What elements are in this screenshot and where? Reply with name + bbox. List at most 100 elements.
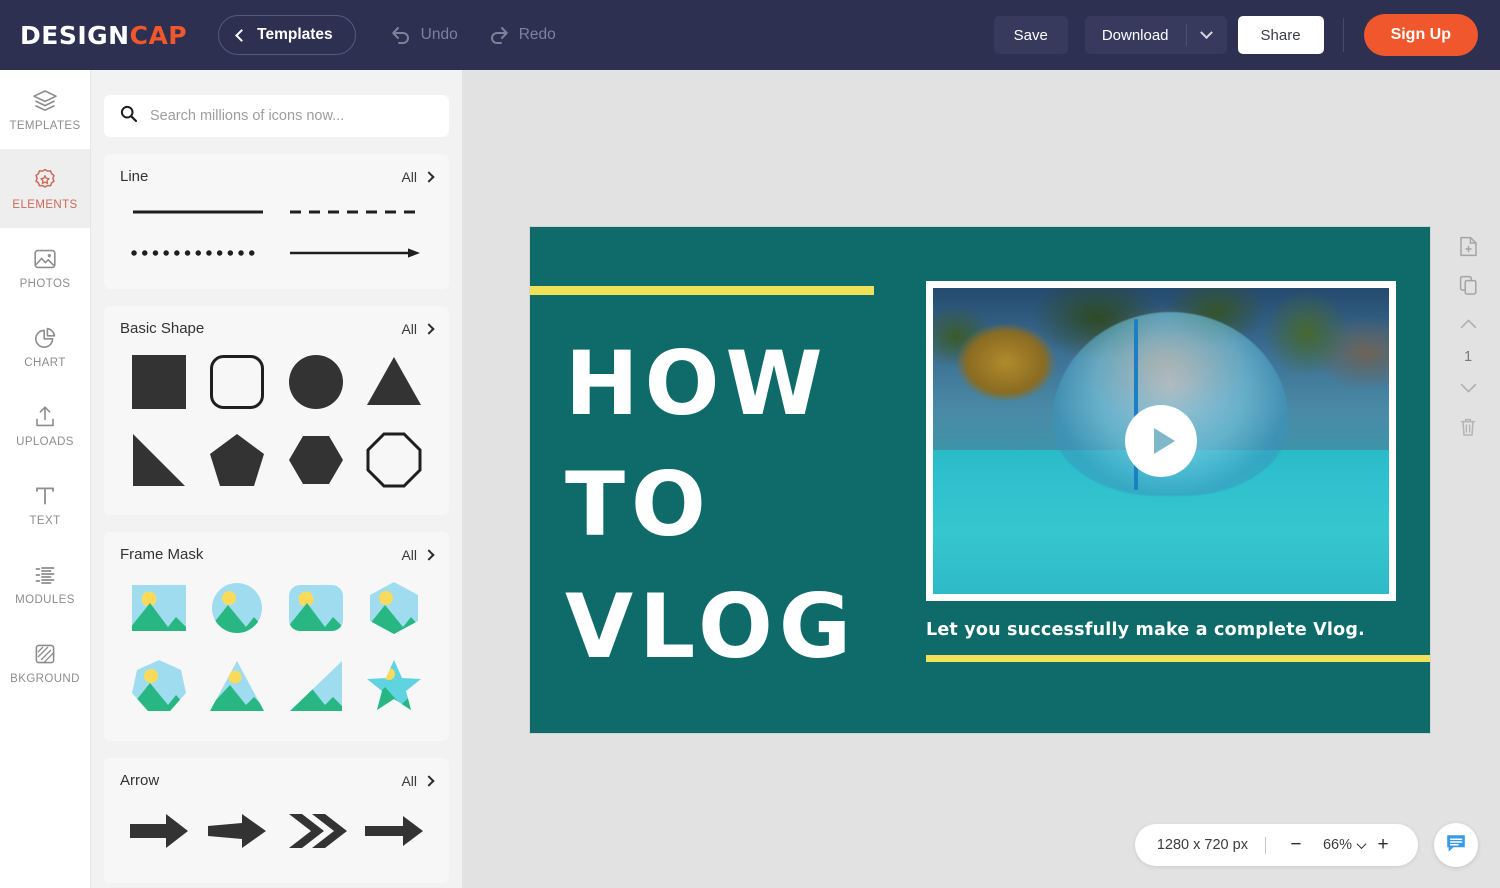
headline-line-2: TO xyxy=(565,453,712,557)
sidebar-item-label: TEMPLATES xyxy=(9,119,81,132)
element-arrow-thin[interactable] xyxy=(355,795,433,867)
zoom-level-select[interactable]: 66% xyxy=(1322,837,1367,853)
chevron-right-icon xyxy=(423,548,435,561)
sidebar-item-templates[interactable]: TEMPLATES xyxy=(0,70,90,149)
share-button[interactable]: Share xyxy=(1237,16,1324,54)
chevron-down-icon xyxy=(1200,25,1213,39)
sidebar-item-text[interactable]: TEXT xyxy=(0,465,90,544)
design-canvas[interactable]: HOW TO VLOG Let you successfully make a … xyxy=(530,227,1430,733)
element-mask-right-triangle[interactable] xyxy=(277,647,355,725)
canvas-tagline[interactable]: Let you successfully make a complete Vlo… xyxy=(926,620,1416,640)
element-mask-circle[interactable] xyxy=(198,569,276,647)
element-mask-star[interactable] xyxy=(355,647,433,725)
download-button[interactable]: Download xyxy=(1085,16,1186,54)
previous-page-button[interactable] xyxy=(1450,306,1486,342)
element-dashed-line[interactable] xyxy=(277,191,434,232)
undo-label: Undo xyxy=(420,26,458,43)
element-double-chevron[interactable] xyxy=(277,795,355,867)
play-triangle-icon xyxy=(1154,428,1175,454)
sidebar-item-bkground[interactable]: BKGROUND xyxy=(0,623,90,702)
templates-button-label: Templates xyxy=(257,26,333,43)
element-triangle[interactable] xyxy=(355,343,433,421)
element-circle[interactable] xyxy=(277,343,355,421)
element-arrow-block[interactable] xyxy=(120,795,198,867)
logo-text-design: DESIGN xyxy=(20,20,130,50)
section-all-link[interactable]: All xyxy=(401,168,435,185)
badge-star-icon xyxy=(32,167,58,193)
section-all-link[interactable]: All xyxy=(401,773,435,789)
background-icon xyxy=(32,641,58,667)
element-mask-heptagon[interactable] xyxy=(120,647,198,725)
sidebar-item-chart[interactable]: CHART xyxy=(0,307,90,386)
section-all-link[interactable]: All xyxy=(401,321,435,337)
canvas-workspace[interactable]: HOW TO VLOG Let you successfully make a … xyxy=(462,70,1500,888)
top-header: DESIGNCAP Templates Undo Redo Save Downl… xyxy=(0,0,1500,70)
search-box[interactable] xyxy=(104,95,449,137)
element-dotted-line[interactable] xyxy=(120,232,277,273)
section-arrow: Arrow All xyxy=(104,758,449,883)
undo-arrow-icon xyxy=(390,25,412,45)
element-right-triangle[interactable] xyxy=(120,421,198,499)
element-arrow-tapered[interactable] xyxy=(198,795,276,867)
section-header: Arrow All xyxy=(120,772,435,789)
next-page-button[interactable] xyxy=(1450,370,1486,406)
zoom-divider xyxy=(1264,836,1266,854)
element-mask-hexagon[interactable] xyxy=(355,569,433,647)
redo-label: Redo xyxy=(518,26,556,43)
element-solid-line[interactable] xyxy=(120,191,277,232)
element-hexagon[interactable] xyxy=(277,421,355,499)
canvas-headline[interactable]: HOW TO VLOG xyxy=(565,323,857,687)
element-arrow-line[interactable] xyxy=(277,232,434,273)
zoom-toolbar: 1280 x 720 px − 66% + xyxy=(1134,824,1418,866)
redo-button[interactable]: Redo xyxy=(488,25,556,45)
download-dropdown-button[interactable] xyxy=(1187,16,1227,54)
sidebar-item-label: PHOTOS xyxy=(19,277,71,290)
video-element[interactable] xyxy=(926,281,1396,601)
sidebar-item-elements[interactable]: ELEMENTS xyxy=(0,149,90,228)
play-button[interactable] xyxy=(1125,405,1197,477)
save-button[interactable]: Save xyxy=(993,16,1068,54)
app-logo[interactable]: DESIGNCAP xyxy=(20,21,187,50)
pie-chart-icon xyxy=(32,325,58,351)
element-rounded-square[interactable] xyxy=(198,343,276,421)
zoom-in-button[interactable]: + xyxy=(1370,832,1396,858)
undo-button[interactable]: Undo xyxy=(390,25,458,45)
element-mask-rounded-rect[interactable] xyxy=(277,569,355,647)
accent-bar-top xyxy=(530,286,874,295)
headline-line-1: HOW xyxy=(565,332,829,435)
element-square[interactable] xyxy=(120,343,198,421)
sign-up-button[interactable]: Sign Up xyxy=(1363,14,1478,56)
element-mask-rectangle[interactable] xyxy=(120,569,198,647)
templates-button[interactable]: Templates xyxy=(218,15,356,55)
section-header: Frame Mask All xyxy=(120,546,435,563)
canvas-size-label: 1280 x 720 px xyxy=(1156,837,1248,853)
element-mask-triangle[interactable] xyxy=(198,647,276,725)
chat-support-button[interactable] xyxy=(1434,823,1478,867)
headline-line-3: VLOG xyxy=(565,574,858,678)
chevron-right-icon xyxy=(423,322,435,335)
search-icon xyxy=(120,105,138,127)
sidebar-item-modules[interactable]: MODULES xyxy=(0,544,90,623)
section-frame-mask: Frame Mask All xyxy=(104,532,449,741)
add-page-button[interactable] xyxy=(1450,228,1486,264)
element-octagon[interactable] xyxy=(355,421,433,499)
section-all-link[interactable]: All xyxy=(401,547,435,563)
element-pentagon[interactable] xyxy=(198,421,276,499)
chevron-down-icon xyxy=(1356,838,1367,849)
zoom-out-button[interactable]: − xyxy=(1283,832,1309,858)
section-title: Frame Mask xyxy=(120,546,204,563)
section-all-label: All xyxy=(401,168,417,185)
logo-text-cap: CAP xyxy=(129,20,188,50)
delete-page-button[interactable] xyxy=(1450,409,1486,445)
duplicate-page-button[interactable] xyxy=(1450,267,1486,303)
chevron-right-icon xyxy=(423,774,435,787)
sidebar-item-uploads[interactable]: UPLOADS xyxy=(0,386,90,465)
elements-panel: Line All xyxy=(91,70,462,888)
search-input[interactable] xyxy=(150,108,433,124)
download-button-label: Download xyxy=(1101,26,1169,44)
list-icon xyxy=(32,562,58,588)
section-line: Line All xyxy=(104,154,449,289)
sidebar-item-photos[interactable]: PHOTOS xyxy=(0,228,90,307)
line-grid xyxy=(120,191,433,273)
zoom-level-label: 66% xyxy=(1322,837,1352,853)
